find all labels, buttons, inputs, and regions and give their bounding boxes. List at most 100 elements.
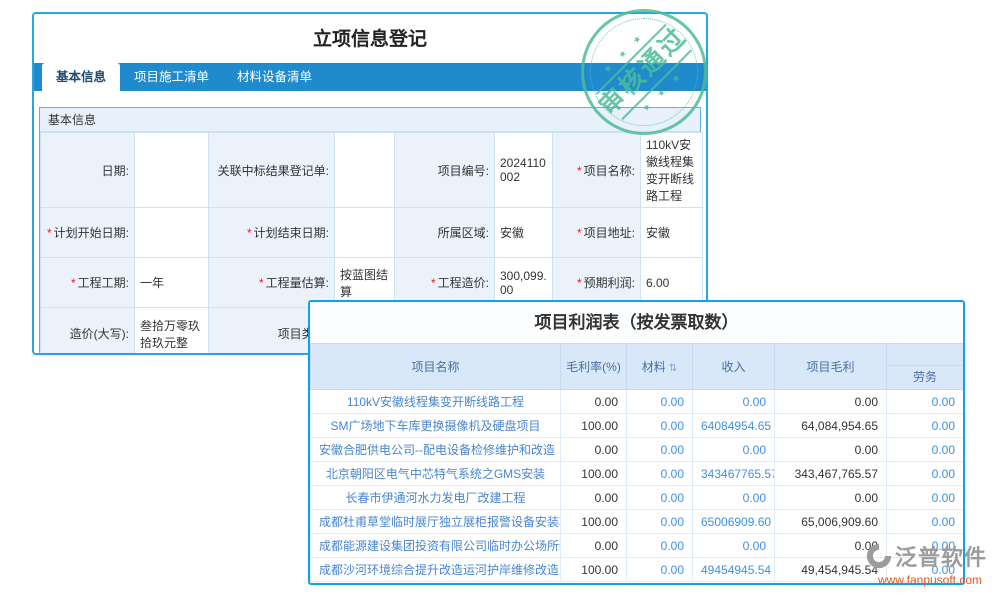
field-label: 所属区域: xyxy=(394,207,495,258)
table-row: 成都能源建设集团投资有限公司临时办公场所装修改0.000.000.000.000… xyxy=(310,533,963,558)
table-row: 成都杜甫草堂临时展厅独立展柜报警设备安装项目 100.00 0.00 65006909… xyxy=(310,509,963,534)
labor-value[interactable]: 0.00 xyxy=(886,485,963,510)
project-name-link[interactable]: 长春市伊通河水力发电厂改建工程 xyxy=(310,485,561,510)
required-asterisk: * xyxy=(46,226,52,240)
field-value[interactable]: 安徽 xyxy=(640,207,703,258)
gross-margin-value: 100.00 xyxy=(560,461,627,486)
field-value[interactable]: 2024110002 xyxy=(494,132,553,208)
labor-value[interactable]: 0.00 xyxy=(886,533,963,558)
project-name-link[interactable]: 成都能源建设集团投资有限公司临时办公场所装修改 xyxy=(310,533,561,558)
labor-value[interactable]: 0.00 xyxy=(886,437,963,462)
labor-value[interactable]: 0.00 xyxy=(886,461,963,486)
field-label: 项目编号: xyxy=(394,132,495,208)
sort-icon[interactable]: ⇅ xyxy=(669,363,677,374)
gross-margin-value: 0.00 xyxy=(560,437,627,462)
labor-header-label: 劳务 xyxy=(912,370,937,384)
tab-item[interactable]: 项目施工清单 xyxy=(120,63,223,91)
required-asterisk: * xyxy=(70,276,76,290)
project-gross-value: 0.00 xyxy=(774,533,887,558)
income-value[interactable]: 64084954.65 xyxy=(692,413,775,438)
field-value[interactable]: 安徽 xyxy=(494,207,553,258)
required-asterisk: * xyxy=(576,276,582,290)
gross-margin-value: 100.00 xyxy=(560,509,627,534)
income-value[interactable]: 343467765.57 xyxy=(692,461,775,486)
table-row: 长春市伊通河水力发电厂改建工程 0.00 0.00 0.00 0.00 0.00 xyxy=(310,485,963,510)
material-value[interactable]: 0.00 xyxy=(626,485,693,510)
income-value[interactable]: 65006909.60 xyxy=(692,509,775,534)
labor-value[interactable]: 0.00 xyxy=(886,389,963,414)
project-gross-value: 0.00 xyxy=(774,485,887,510)
income-value[interactable]: 0.00 xyxy=(692,389,775,414)
tab-active[interactable]: 基本信息 xyxy=(42,63,121,91)
column-header-project-gross: 项目毛利 xyxy=(774,343,887,390)
table-row: SM广场地下车库更换摄像机及硬盘项目 100.00 0.00 64084954.65 6… xyxy=(310,413,963,438)
material-value[interactable]: 0.00 xyxy=(626,509,693,534)
material-value[interactable]: 0.00 xyxy=(626,461,693,486)
project-name-link[interactable]: 安徽合肥供电公司--配电设备检修维护和改造 xyxy=(310,437,561,462)
field-value[interactable] xyxy=(334,207,395,258)
profit-header-row: 项目名称 毛利率(%) 材料 ⇅ 收入 项目毛利 劳务 xyxy=(310,343,963,390)
page: 立项信息登记 基本信息 项目施工清单 材料设备清单 基本信息 日期: 关联中标结果登记… xyxy=(0,0,1000,600)
field-value[interactable]: 一年 xyxy=(134,257,209,308)
profit-table: 项目名称 毛利率(%) 材料 ⇅ 收入 项目毛利 劳务 110kV安徽线程集变开断… xyxy=(310,343,963,582)
labor-value[interactable]: 0.00 xyxy=(886,557,963,582)
column-header-income: 收入 xyxy=(692,343,775,390)
field-label: * 计划开始日期: xyxy=(40,207,135,258)
income-value[interactable]: 0.00 xyxy=(692,533,775,558)
material-value[interactable]: 0.00 xyxy=(626,389,693,414)
income-value[interactable]: 49454945.54 xyxy=(692,557,775,582)
material-value[interactable]: 0.00 xyxy=(626,437,693,462)
project-name-link[interactable]: 110kV安徽线程集变开断线路工程 xyxy=(310,389,561,414)
tab-bar: 基本信息 项目施工清单 材料设备清单 xyxy=(34,63,706,91)
field-label: * 计划结束日期: xyxy=(208,207,335,258)
tab-item[interactable]: 材料设备清单 xyxy=(223,63,326,91)
gross-margin-value: 0.00 xyxy=(560,485,627,510)
section-title: 基本信息 xyxy=(40,108,700,132)
project-gross-value: 49,454,945.54 xyxy=(774,557,887,582)
labor-header-spacer xyxy=(887,344,963,366)
project-gross-value: 64,084,954.65 xyxy=(774,413,887,438)
field-value[interactable] xyxy=(134,132,209,208)
project-name-link[interactable]: 成都杜甫草堂临时展厅独立展柜报警设备安装项目 xyxy=(310,509,561,534)
required-asterisk: * xyxy=(430,276,436,290)
material-value[interactable]: 0.00 xyxy=(626,557,693,582)
project-name-link[interactable]: 北京朝阳区电气中芯特气系统之GMS安装 xyxy=(310,461,561,486)
profit-window: 项目利润表（按发票取数） 项目名称 毛利率(%) 材料⇅ 收入 项目毛利 劳务 xyxy=(308,300,965,585)
required-asterisk: * xyxy=(246,226,252,240)
field-label: * 项目地址: xyxy=(552,207,641,258)
gross-margin-value: 0.00 xyxy=(560,389,627,414)
form-row: * 计划开始日期: * 计划结束日期: 所属区域: 安徽 * 项目地址: 安徽 xyxy=(40,207,703,258)
field-value[interactable] xyxy=(134,207,209,258)
field-value[interactable]: 110kV安徽线程集变开断线路工程 xyxy=(640,132,703,208)
field-label: * 项目名称: xyxy=(552,132,641,208)
project-gross-value: 343,467,765.57 xyxy=(774,461,887,486)
field-value[interactable] xyxy=(334,132,395,208)
required-asterisk: * xyxy=(576,163,582,178)
table-row: 安徽合肥供电公司--配电设备检修维护和改造 0.00 0.00 0.00 0.00 0.0… xyxy=(310,437,963,462)
table-row: 北京朝阳区电气中芯特气系统之GMS安装 100.00 0.00 343467765.5… xyxy=(310,461,963,486)
gross-margin-value: 100.00 xyxy=(560,413,627,438)
project-name-link[interactable]: SM广场地下车库更换摄像机及硬盘项目 xyxy=(310,413,561,438)
gross-margin-value: 100.00 xyxy=(560,557,627,582)
project-gross-value: 0.00 xyxy=(774,389,887,414)
profit-rows: 110kV安徽线程集变开断线路工程 0.00 0.00 0.00 0.00 0.00 SM广… xyxy=(310,389,963,582)
material-value[interactable]: 0.00 xyxy=(626,413,693,438)
field-label: 日期: xyxy=(40,132,135,208)
page-title: 立项信息登记 xyxy=(312,29,427,50)
labor-value[interactable]: 0.00 xyxy=(886,509,963,534)
project-gross-value: 65,006,909.60 xyxy=(774,509,887,534)
income-value[interactable]: 0.00 xyxy=(692,437,775,462)
field-label: 关联中标结果登记单: xyxy=(208,132,335,208)
field-label: * 工程工期: xyxy=(40,257,135,308)
income-value[interactable]: 0.00 xyxy=(692,485,775,510)
labor-value[interactable]: 0.00 xyxy=(886,413,963,438)
column-header-material[interactable]: 材料 ⇅ xyxy=(626,343,693,390)
profit-table-title: 项目利润表（按发票取数） xyxy=(310,302,963,343)
field-value[interactable]: 叁拾万零玖拾玖元整 xyxy=(134,307,209,353)
project-name-link[interactable]: 成都沙河环境综合提升改造运河护岸维修改造 xyxy=(310,557,561,582)
field-label: 造价(大写): xyxy=(40,307,135,353)
table-row: 成都沙河环境综合提升改造运河护岸维修改造 100.00 0.00 49454945.5… xyxy=(310,557,963,582)
table-row: 110kV安徽线程集变开断线路工程 0.00 0.00 0.00 0.00 0.00 xyxy=(310,389,963,414)
material-value[interactable]: 0.00 xyxy=(626,533,693,558)
column-header-labor: 劳务 xyxy=(886,343,963,390)
